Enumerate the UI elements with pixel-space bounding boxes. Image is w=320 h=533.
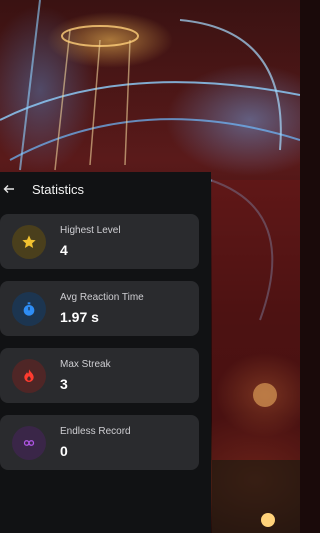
statistics-panel: Statistics Highest Level 4 Avg Reaction … <box>0 172 211 533</box>
stat-card-endless-record: Endless Record 0 <box>0 415 199 470</box>
fire-icon-badge <box>12 358 46 393</box>
infinity-icon <box>23 439 35 446</box>
stat-card-highest-level: Highest Level 4 <box>0 214 199 269</box>
stat-value: 1.97 s <box>60 309 99 325</box>
arrow-left-icon <box>3 185 14 193</box>
stat-card-max-streak: Max Streak 3 <box>0 348 199 403</box>
stat-card-avg-reaction-time: Avg Reaction Time 1.97 s <box>0 281 199 336</box>
stat-value: 4 <box>60 242 68 258</box>
back-button[interactable] <box>2 182 16 196</box>
stat-label: Highest Level <box>60 225 121 236</box>
star-icon <box>22 234 36 248</box>
stopwatch-icon <box>23 301 35 316</box>
page-title: Statistics <box>32 181 85 197</box>
stat-label: Max Streak <box>60 359 111 370</box>
infinity-icon-badge <box>12 425 46 460</box>
stopwatch-icon-badge <box>12 291 46 326</box>
stat-label: Avg Reaction Time <box>60 292 144 303</box>
stat-value: 3 <box>60 376 68 392</box>
stat-value: 0 <box>60 443 68 459</box>
fire-icon <box>24 368 34 382</box>
stats-list: Highest Level 4 Avg Reaction Time 1.97 s <box>0 206 211 470</box>
star-icon-badge <box>12 224 46 259</box>
stat-label: Endless Record <box>60 426 131 437</box>
statistics-header: Statistics <box>0 172 211 206</box>
